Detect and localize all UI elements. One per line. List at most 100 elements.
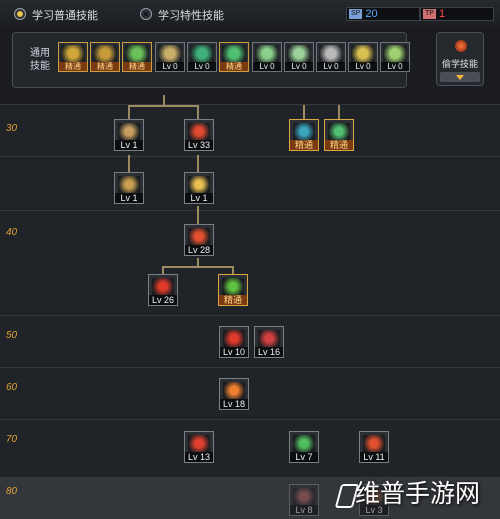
level-band-60: 60 xyxy=(0,367,500,419)
common-skill-crouch-figure[interactable]: Lv 0 xyxy=(252,42,282,72)
common-skill-shield[interactable]: Lv 0 xyxy=(316,42,346,72)
skill-level-badge: Lv 1 xyxy=(115,193,143,203)
sp-value: 20 xyxy=(365,8,378,20)
tree-skill-green-blade[interactable]: 精通 xyxy=(324,119,354,151)
skill-level-badge: 精通 xyxy=(91,62,119,71)
skill-level-badge: Lv 13 xyxy=(185,452,213,462)
bow-skill-icon xyxy=(118,123,140,140)
tp-value: 1 xyxy=(438,8,446,20)
fire-blast-icon xyxy=(188,228,210,245)
common-skill-dash[interactable]: 精通 xyxy=(122,42,152,72)
fire-ring-icon xyxy=(223,330,245,347)
common-skills-label: 通用技能 xyxy=(30,48,50,72)
level-label-40: 40 xyxy=(6,227,18,238)
sunburst-icon xyxy=(223,382,245,399)
crosshair-icon xyxy=(258,330,280,347)
level-label-60: 60 xyxy=(6,382,18,393)
level-band-50: 50 xyxy=(0,315,500,367)
skill-level-badge: Lv 0 xyxy=(285,62,313,71)
red-explosion-icon xyxy=(363,435,385,452)
skill-level-badge: 精通 xyxy=(325,140,353,150)
level-band-70: 70 xyxy=(0,419,500,477)
tab-trait-skills[interactable]: 学习特性技能 xyxy=(158,7,224,23)
common-skill-leap-figure[interactable]: Lv 0 xyxy=(284,42,314,72)
tp-tag: TP xyxy=(423,9,436,19)
level-label-30: 30 xyxy=(6,123,18,134)
tree-connector xyxy=(197,105,199,119)
tree-skill-fire-ring[interactable]: Lv 10 xyxy=(219,326,249,358)
common-skill-green-burst[interactable]: Lv 0 xyxy=(187,42,217,72)
level-label-70: 70 xyxy=(6,434,18,445)
skill-level-badge: Lv 0 xyxy=(349,62,377,71)
common-skill-arrow[interactable]: Lv 0 xyxy=(380,42,410,72)
tree-connector xyxy=(128,105,130,119)
skill-level-badge: Lv 26 xyxy=(149,295,177,305)
tree-skill-green-dragon[interactable]: 精通 xyxy=(218,274,248,306)
level-band-40: 40 xyxy=(0,210,500,315)
tp-points: TP 1 xyxy=(420,7,494,21)
steal-skill-icon xyxy=(455,40,467,52)
tab-trait-radio[interactable] xyxy=(140,8,152,20)
level-label-50: 50 xyxy=(6,330,18,341)
skill-level-badge: 精通 xyxy=(59,62,87,71)
skill-level-badge: Lv 0 xyxy=(188,62,216,71)
faded-skill-icon xyxy=(293,488,315,505)
skill-level-badge: Lv 0 xyxy=(253,62,281,71)
steal-skill-label: 偷学技能 xyxy=(441,59,478,69)
skill-level-badge: Lv 11 xyxy=(360,452,388,462)
green-dragon-icon xyxy=(222,278,244,295)
tree-skill-bow-skill[interactable]: Lv 1 xyxy=(114,119,144,151)
sp-tag: SP xyxy=(349,9,363,19)
common-skill-strength[interactable]: Lv 0 xyxy=(348,42,378,72)
tree-skill-flame-burst[interactable]: Lv 26 xyxy=(148,274,178,306)
tree-skill-explosion[interactable]: Lv 1 xyxy=(184,172,214,204)
tree-connector xyxy=(197,155,199,172)
skill-level-badge: Lv 16 xyxy=(255,347,283,357)
skill-level-badge: Lv 33 xyxy=(185,140,213,150)
flame-burst-icon xyxy=(152,278,174,295)
dropdown-arrow-icon[interactable] xyxy=(440,72,480,82)
tree-skill-multi-arrow[interactable]: Lv 1 xyxy=(114,172,144,204)
tree-skill-red-strike[interactable]: Lv 33 xyxy=(184,119,214,151)
tree-skill-fire-blast[interactable]: Lv 28 xyxy=(184,224,214,256)
explosion-icon xyxy=(188,176,210,193)
level-band-30b xyxy=(0,156,500,210)
red-slash-icon xyxy=(188,435,210,452)
common-skill-wings[interactable]: Lv 0 xyxy=(155,42,185,72)
multi-arrow-icon xyxy=(118,176,140,193)
tree-connector xyxy=(232,266,234,274)
common-skill-green-star[interactable]: 精通 xyxy=(219,42,249,72)
skill-level-badge: Lv 28 xyxy=(185,245,213,255)
tree-connector xyxy=(163,95,165,106)
level-band-30: 30 xyxy=(0,104,500,156)
skill-level-badge: 精通 xyxy=(220,62,248,71)
blue-orb-icon xyxy=(293,123,315,140)
tree-connector xyxy=(128,155,130,172)
watermark: 维普手游网 xyxy=(355,479,481,508)
tree-skill-red-explosion[interactable]: Lv 11 xyxy=(359,431,389,463)
tab-normal-radio[interactable] xyxy=(14,8,26,20)
steal-skill-button[interactable]: 偷学技能 xyxy=(436,32,484,86)
tree-connector xyxy=(303,105,305,119)
tree-connector xyxy=(197,206,199,224)
skill-level-badge: Lv 0 xyxy=(317,62,345,71)
skill-level-badge: 精通 xyxy=(219,295,247,305)
tree-skill-blue-orb[interactable]: 精通 xyxy=(289,119,319,151)
tree-skill-red-slash[interactable]: Lv 13 xyxy=(184,431,214,463)
skill-level-badge: Lv 1 xyxy=(185,193,213,203)
skill-level-badge: Lv 10 xyxy=(220,347,248,357)
tree-skill-faded-skill[interactable]: Lv 8 xyxy=(289,484,319,516)
green-spark-icon xyxy=(293,435,315,452)
level-label-80: 80 xyxy=(6,486,18,497)
skill-level-badge: Lv 7 xyxy=(290,452,318,462)
tab-normal-skills[interactable]: 学习普通技能 xyxy=(32,7,98,23)
common-skill-kick[interactable]: 精通 xyxy=(90,42,120,72)
tree-skill-sunburst[interactable]: Lv 18 xyxy=(219,378,249,410)
tree-connector xyxy=(162,266,164,274)
skill-level-badge: Lv 1 xyxy=(115,140,143,150)
tree-skill-crosshair[interactable]: Lv 16 xyxy=(254,326,284,358)
skill-level-badge: Lv 8 xyxy=(290,505,318,515)
green-blade-icon xyxy=(328,123,350,140)
tree-skill-green-spark[interactable]: Lv 7 xyxy=(289,431,319,463)
common-skill-running-figure[interactable]: 精通 xyxy=(58,42,88,72)
